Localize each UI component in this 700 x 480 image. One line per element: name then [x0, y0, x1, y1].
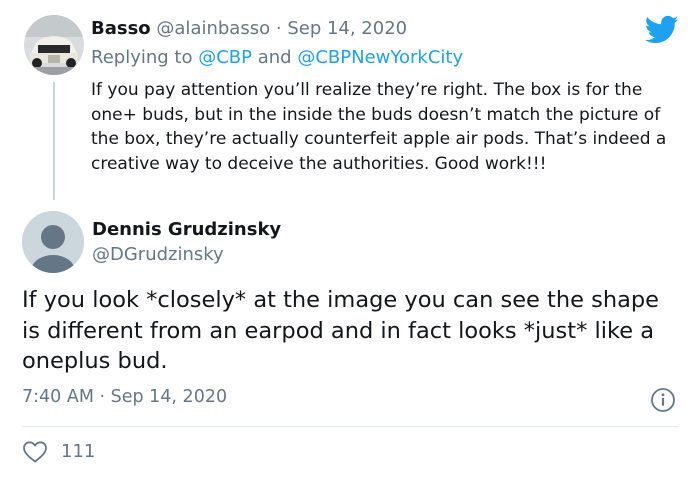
replying-to-label: Replying to — [91, 47, 193, 68]
twitter-bird-icon[interactable] — [644, 15, 679, 45]
thread-line — [53, 82, 55, 200]
reply-tweet-text: If you pay attention you’ll realize they… — [91, 80, 667, 174]
tweet-timestamp[interactable]: 7:40 AM · Sep 14, 2020 — [22, 387, 227, 407]
divider — [22, 426, 678, 427]
and-word: and — [257, 47, 292, 68]
mention-cbp[interactable]: @CBP — [198, 47, 252, 68]
tweet-date[interactable]: Sep 14, 2020 — [287, 18, 407, 39]
heart-icon[interactable] — [22, 440, 48, 464]
separator: · — [275, 18, 282, 39]
tweet-text: If you look *closely* at the image you c… — [22, 287, 660, 374]
author-handle[interactable]: @DGrudzinsky — [92, 244, 224, 265]
avatar[interactable] — [24, 15, 84, 75]
avatar[interactable] — [22, 211, 84, 273]
author-name[interactable]: Dennis Grudzinsky — [92, 219, 281, 240]
author-name[interactable]: Basso — [91, 18, 151, 39]
author-handle[interactable]: @alainbasso — [156, 18, 270, 39]
replying-to: Replying to @CBP and @CBPNewYorkCity — [91, 47, 463, 68]
like-count[interactable]: 111 — [61, 441, 95, 462]
info-icon[interactable] — [650, 387, 676, 413]
reply-header: Basso @alainbasso · Sep 14, 2020 — [91, 18, 407, 39]
mention-cbpnewyorkcity[interactable]: @CBPNewYorkCity — [297, 47, 463, 68]
